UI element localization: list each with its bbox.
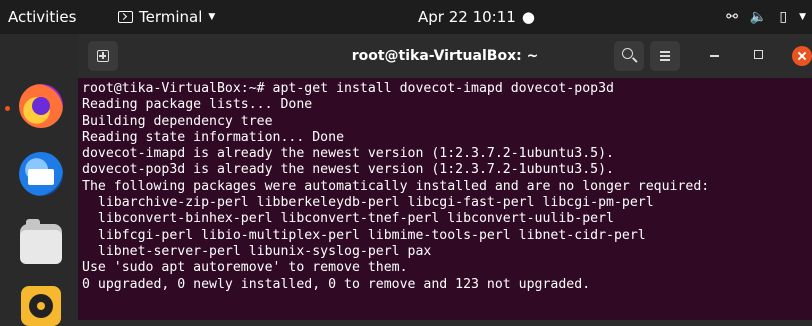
firefox-icon[interactable] <box>19 84 63 128</box>
window-titlebar[interactable]: root@tika-VirtualBox: ~ <box>78 34 812 78</box>
app-menu-label: Terminal <box>139 8 203 26</box>
activities-button[interactable]: Activities <box>8 8 76 26</box>
notification-dot-icon: ● <box>521 8 535 26</box>
search-icon <box>622 48 633 59</box>
chevron-down-icon: ▼ <box>208 12 216 22</box>
terminal-line: Building dependency tree <box>82 113 273 129</box>
running-indicator <box>5 106 10 111</box>
terminal-line: 0 upgraded, 0 newly installed, 0 to remo… <box>82 276 591 292</box>
files-icon[interactable] <box>20 219 62 264</box>
clock-label: Apr 22 10:11 <box>418 8 516 26</box>
search-button[interactable] <box>614 41 644 71</box>
thunderbird-icon[interactable] <box>19 152 63 196</box>
terminal-line: Use 'sudo apt autoremove' to remove them… <box>82 260 408 276</box>
terminal-line: libfcgi-perl libio-multiplex-perl libmim… <box>82 227 646 243</box>
terminal-line: libnet-server-perl libunix-syslog-perl p… <box>82 243 432 259</box>
terminal-line: libarchive-zip-perl libberkeleydb-perl l… <box>82 195 654 211</box>
terminal-line: The following packages were automaticall… <box>82 178 710 194</box>
maximize-button[interactable] <box>754 50 763 59</box>
terminal-line: Reading package lists... Done <box>82 97 313 113</box>
terminal-output[interactable]: root@tika-VirtualBox:~# apt-get install … <box>82 81 812 320</box>
window-title: root@tika-VirtualBox: ~ <box>351 48 539 64</box>
app-menu[interactable]: Terminal ▼ <box>118 8 215 26</box>
terminal-line: root@tika-VirtualBox:~# apt-get install … <box>82 81 614 96</box>
terminal-window: root@tika-VirtualBox: ~ root@tika-Virtua… <box>78 34 812 320</box>
minimize-button[interactable] <box>710 55 719 57</box>
battery-icon: ▯ <box>779 9 788 25</box>
terminal-app-icon <box>118 11 133 23</box>
network-icon: ⚯ <box>726 9 738 25</box>
terminal-line: libconvert-binhex-perl libconvert-tnef-p… <box>82 211 614 227</box>
rhythmbox-icon[interactable] <box>21 286 61 326</box>
terminal-line: dovecot-pop3d is already the newest vers… <box>82 162 614 178</box>
terminal-line: Reading state information... Done <box>82 129 345 145</box>
system-status-menu[interactable]: ⚯ 🔈 ▯ ▼ <box>726 8 806 26</box>
dock <box>0 34 78 326</box>
top-bar: Activities Terminal ▼ Apr 22 10:11 ● ⚯ 🔈… <box>0 0 812 34</box>
close-button[interactable] <box>792 46 812 66</box>
menu-button[interactable] <box>650 41 680 71</box>
chevron-down-icon: ▼ <box>799 12 806 22</box>
clock[interactable]: Apr 22 10:11 ● <box>418 8 535 26</box>
terminal-line: dovecot-imapd is already the newest vers… <box>82 146 614 162</box>
volume-icon: 🔈 <box>749 9 768 25</box>
